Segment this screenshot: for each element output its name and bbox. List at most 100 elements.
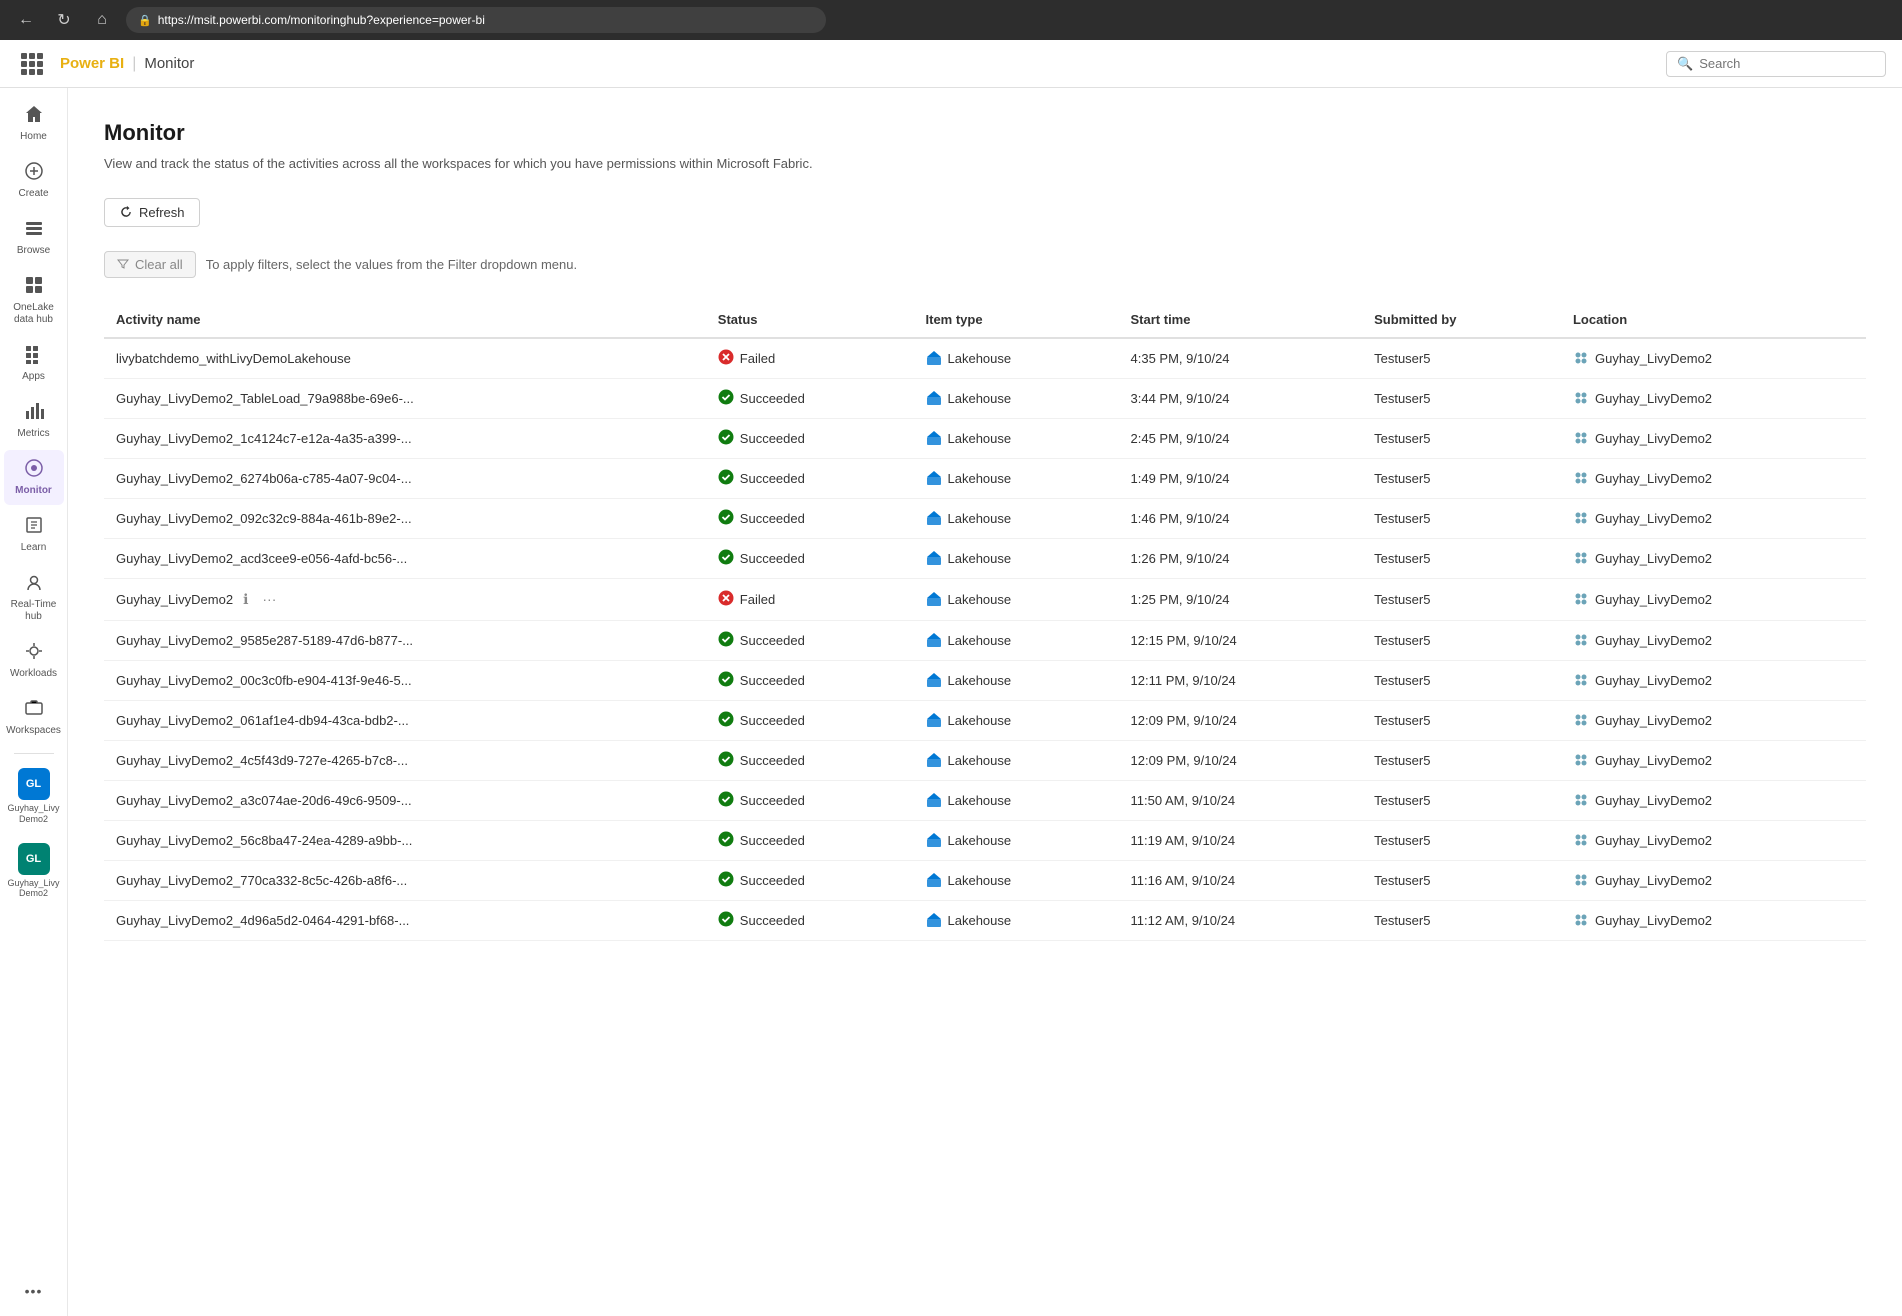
- activity-name-cell: Guyhay_LivyDemo2_56c8ba47-24ea-4289-a9bb…: [104, 820, 706, 860]
- item-type-cell: Lakehouse: [914, 660, 1119, 700]
- lakehouse-icon: [926, 390, 942, 406]
- item-type-cell: Lakehouse: [914, 740, 1119, 780]
- status-icon: [718, 711, 734, 730]
- item-type-text: Lakehouse: [948, 833, 1012, 848]
- sidebar-create-label: Create: [18, 188, 48, 200]
- submitted-by-cell: Testuser5: [1362, 338, 1561, 379]
- status-text: Succeeded: [740, 913, 805, 928]
- col-header-location: Location: [1561, 302, 1866, 338]
- lakehouse-icon: [926, 510, 942, 526]
- item-type-text: Lakehouse: [948, 511, 1012, 526]
- table-row: Guyhay_LivyDemo2_acd3cee9-e056-4afd-bc56…: [104, 538, 1866, 578]
- activity-name-cell: Guyhay_LivyDemo2_a3c074ae-20d6-49c6-9509…: [104, 780, 706, 820]
- status-text: Succeeded: [740, 873, 805, 888]
- table-row: Guyhay_LivyDemo2_4c5f43d9-727e-4265-b7c8…: [104, 740, 1866, 780]
- sidebar-item-create[interactable]: Create: [4, 153, 64, 208]
- clear-all-label: Clear all: [135, 257, 183, 272]
- workspace-icon: [1573, 632, 1589, 648]
- workspace-icon: [1573, 510, 1589, 526]
- submitted-by-cell: Testuser5: [1362, 780, 1561, 820]
- workspace-icon: [1573, 672, 1589, 688]
- sidebar-item-realtime[interactable]: Real-Time hub: [4, 564, 64, 631]
- lakehouse-icon: [926, 632, 942, 648]
- status-cell: Succeeded: [706, 780, 914, 820]
- item-type-cell: Lakehouse: [914, 860, 1119, 900]
- item-type-text: Lakehouse: [948, 471, 1012, 486]
- clear-all-button[interactable]: Clear all: [104, 251, 196, 278]
- status-icon: [718, 429, 734, 448]
- metrics-icon: [24, 401, 44, 425]
- sidebar-workspace1-label: Guyhay_Livy Demo2: [7, 803, 59, 825]
- sidebar-item-onelake[interactable]: OneLake data hub: [4, 267, 64, 334]
- location-text: Guyhay_LivyDemo2: [1595, 873, 1712, 888]
- status-icon: [718, 590, 734, 609]
- sidebar-item-home[interactable]: Home: [4, 96, 64, 151]
- breadcrumb-page-label[interactable]: Monitor: [144, 55, 194, 72]
- more-actions-icon[interactable]: ···: [258, 589, 280, 609]
- status-icon: [718, 671, 734, 690]
- sidebar-item-browse[interactable]: Browse: [4, 210, 64, 265]
- sidebar-item-apps[interactable]: Apps: [4, 336, 64, 391]
- search-box[interactable]: 🔍: [1666, 51, 1886, 77]
- location-text: Guyhay_LivyDemo2: [1595, 551, 1712, 566]
- status-icon: [718, 509, 734, 528]
- onelake-icon: [24, 275, 44, 299]
- refresh-label: Refresh: [139, 205, 185, 220]
- start-time-cell: 1:26 PM, 9/10/24: [1119, 538, 1363, 578]
- table-row: Guyhay_LivyDemo2_TableLoad_79a988be-69e6…: [104, 378, 1866, 418]
- sidebar-item-learn[interactable]: Learn: [4, 507, 64, 562]
- brand-powerbi-label[interactable]: Power BI: [60, 55, 124, 72]
- table-row: Guyhay_LivyDemo2_a3c074ae-20d6-49c6-9509…: [104, 780, 1866, 820]
- sidebar-item-workspace-1[interactable]: GL Guyhay_Livy Demo2: [4, 760, 64, 833]
- main-layout: Home Create Browse OneLake data hub Apps: [0, 88, 1902, 1316]
- home-browser-button[interactable]: ⌂: [88, 6, 116, 34]
- create-icon: [24, 161, 44, 185]
- activity-name-text: Guyhay_LivyDemo2_9585e287-5189-47d6-b877…: [116, 633, 413, 648]
- location-text: Guyhay_LivyDemo2: [1595, 753, 1712, 768]
- activity-name-cell: Guyhay_LivyDemo2_1c4124c7-e12a-4a35-a399…: [104, 418, 706, 458]
- refresh-button[interactable]: Refresh: [104, 198, 200, 227]
- sidebar-item-workloads[interactable]: Workloads: [4, 633, 64, 688]
- submitted-by-cell: Testuser5: [1362, 660, 1561, 700]
- status-cell: Failed: [706, 578, 914, 620]
- sidebar-item-workspace-2[interactable]: GL Guyhay_Livy Demo2: [4, 835, 64, 908]
- info-icon[interactable]: ℹ: [239, 589, 252, 610]
- status-cell: Succeeded: [706, 860, 914, 900]
- refresh-browser-button[interactable]: ↻: [50, 6, 78, 34]
- lakehouse-icon: [926, 872, 942, 888]
- workspace-icon: [1573, 832, 1589, 848]
- workspace-icon: [1573, 430, 1589, 446]
- address-bar[interactable]: 🔒 https://msit.powerbi.com/monitoringhub…: [126, 7, 826, 33]
- location-cell: Guyhay_LivyDemo2: [1561, 338, 1866, 379]
- item-type-cell: Lakehouse: [914, 538, 1119, 578]
- location-cell: Guyhay_LivyDemo2: [1561, 578, 1866, 620]
- waffle-menu-button[interactable]: [16, 48, 48, 80]
- activity-name-cell: Guyhay_LivyDemo2_9585e287-5189-47d6-b877…: [104, 620, 706, 660]
- workspace-icon: [1573, 591, 1589, 607]
- back-button[interactable]: ←: [12, 6, 40, 34]
- search-input[interactable]: [1699, 56, 1875, 71]
- location-cell: Guyhay_LivyDemo2: [1561, 418, 1866, 458]
- status-cell: Succeeded: [706, 900, 914, 940]
- start-time-cell: 11:16 AM, 9/10/24: [1119, 860, 1363, 900]
- location-text: Guyhay_LivyDemo2: [1595, 673, 1712, 688]
- status-text: Succeeded: [740, 673, 805, 688]
- apps-icon: [24, 344, 44, 368]
- main-content: Monitor View and track the status of the…: [68, 88, 1902, 1316]
- item-type-text: Lakehouse: [948, 391, 1012, 406]
- sidebar-item-workspaces[interactable]: Workspaces: [4, 690, 64, 745]
- activity-name-cell: Guyhay_LivyDemo2_061af1e4-db94-43ca-bdb2…: [104, 700, 706, 740]
- location-cell: Guyhay_LivyDemo2: [1561, 860, 1866, 900]
- status-text: Succeeded: [740, 551, 805, 566]
- sidebar-more-button[interactable]: •••: [4, 1276, 64, 1306]
- lakehouse-icon: [926, 792, 942, 808]
- sidebar-item-metrics[interactable]: Metrics: [4, 393, 64, 448]
- status-text: Succeeded: [740, 471, 805, 486]
- location-cell: Guyhay_LivyDemo2: [1561, 740, 1866, 780]
- status-cell: Succeeded: [706, 620, 914, 660]
- table-row: Guyhay_LivyDemo2 ℹ ··· Failed Lakehouse …: [104, 578, 1866, 620]
- workspace-icon: [1573, 792, 1589, 808]
- col-header-activity: Activity name: [104, 302, 706, 338]
- item-type-cell: Lakehouse: [914, 700, 1119, 740]
- sidebar-item-monitor[interactable]: Monitor: [4, 450, 64, 505]
